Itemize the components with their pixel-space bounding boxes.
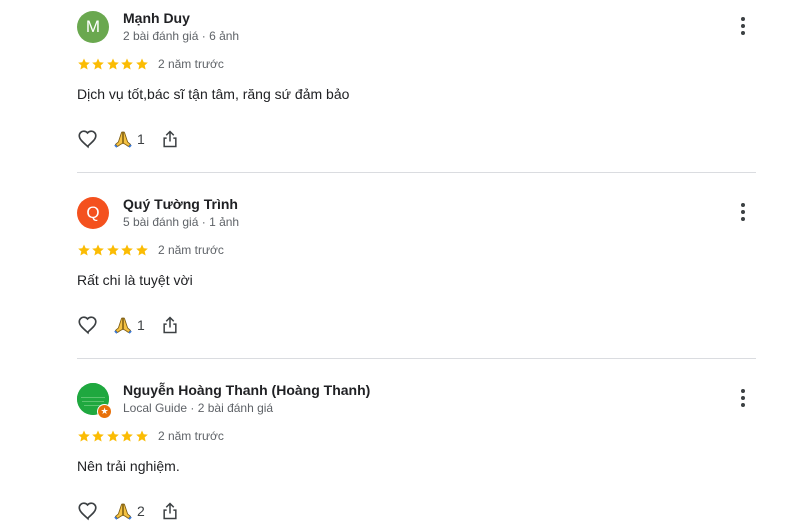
thanks-count: 1 — [137, 131, 145, 147]
star-icon — [92, 58, 105, 70]
star-icon — [135, 430, 148, 442]
like-button[interactable] — [77, 314, 99, 336]
review-card: ★ Nguyễn Hoàng Thanh (Hoàng Thanh) Local… — [77, 372, 756, 532]
share-button[interactable] — [160, 314, 180, 336]
reviewer-name[interactable]: Quý Tường Trình — [123, 196, 238, 212]
folded-hands-icon — [114, 131, 132, 148]
star-icon — [92, 430, 105, 442]
thanks-button[interactable]: 1 — [113, 315, 145, 335]
star-icon — [78, 430, 90, 442]
share-icon — [163, 502, 177, 520]
folded-hands-icon — [114, 317, 132, 334]
star-icon — [92, 244, 105, 256]
star-icon — [106, 244, 119, 256]
star-icon — [121, 58, 134, 70]
reviews-list: M Mạnh Duy 2 bài đánh giá · 6 ảnh 2 năm … — [0, 0, 800, 532]
share-icon — [163, 316, 177, 334]
heart-outline-icon — [78, 502, 97, 521]
thanks-button[interactable]: 1 — [113, 129, 145, 149]
thanks-button[interactable]: 2 — [113, 501, 145, 521]
review-actions: 2 — [77, 500, 180, 522]
folded-hands-icon — [114, 503, 132, 520]
thanks-count: 1 — [137, 317, 145, 333]
divider — [77, 172, 756, 173]
review-time: 2 năm trước — [157, 243, 224, 257]
review-actions: 1 — [77, 128, 180, 150]
review-text: Rất chi là tuyệt vời — [77, 272, 193, 288]
thanks-count: 2 — [137, 503, 145, 519]
reviewer-name[interactable]: Mạnh Duy — [123, 10, 190, 26]
reviewer-name[interactable]: Nguyễn Hoàng Thanh (Hoàng Thanh) — [123, 382, 370, 398]
reviewer-meta: 2 bài đánh giá · 6 ảnh — [123, 29, 240, 43]
share-button[interactable] — [160, 500, 180, 522]
avatar[interactable]: ★ — [77, 383, 112, 419]
star-rating — [77, 429, 149, 443]
star-rating — [77, 243, 149, 257]
star-icon — [121, 244, 134, 256]
heart-outline-icon — [78, 130, 97, 149]
review-time: 2 năm trước — [157, 429, 224, 443]
avatar[interactable]: Q — [77, 197, 109, 229]
review-text: Dịch vụ tốt,bác sĩ tận tâm, răng sứ đảm … — [77, 86, 350, 102]
heart-outline-icon — [78, 316, 97, 335]
star-icon — [135, 58, 148, 70]
rating-row: 2 năm trước — [77, 428, 224, 444]
star-icon — [106, 430, 119, 442]
rating-row: 2 năm trước — [77, 242, 224, 258]
avatar-letter: M — [85, 17, 101, 36]
more-vert-icon[interactable] — [733, 14, 753, 40]
star-icon — [106, 58, 119, 70]
star-icon — [78, 58, 90, 70]
reviewer-meta: Local Guide · 2 bài đánh giá — [123, 401, 274, 415]
star-rating — [77, 57, 149, 71]
star-icon — [121, 430, 134, 442]
divider — [77, 358, 756, 359]
like-button[interactable] — [77, 128, 99, 150]
avatar[interactable]: M — [77, 11, 109, 43]
review-card: M Mạnh Duy 2 bài đánh giá · 6 ảnh 2 năm … — [77, 0, 756, 186]
star-badge-icon: ★ — [97, 404, 112, 419]
avatar-letter: Q — [86, 203, 100, 222]
more-vert-icon[interactable] — [733, 200, 753, 226]
review-card: Q Quý Tường Trình 5 bài đánh giá · 1 ảnh… — [77, 186, 756, 372]
share-button[interactable] — [160, 128, 180, 150]
star-icon — [78, 244, 90, 256]
reviewer-meta: 5 bài đánh giá · 1 ảnh — [123, 215, 240, 229]
like-button[interactable] — [77, 500, 99, 522]
more-vert-icon[interactable] — [733, 386, 753, 412]
rating-row: 2 năm trước — [77, 56, 224, 72]
review-time: 2 năm trước — [157, 57, 224, 71]
star-icon — [135, 244, 148, 256]
review-actions: 1 — [77, 314, 180, 336]
share-icon — [163, 130, 177, 148]
review-text: Nên trải nghiệm. — [77, 458, 180, 474]
